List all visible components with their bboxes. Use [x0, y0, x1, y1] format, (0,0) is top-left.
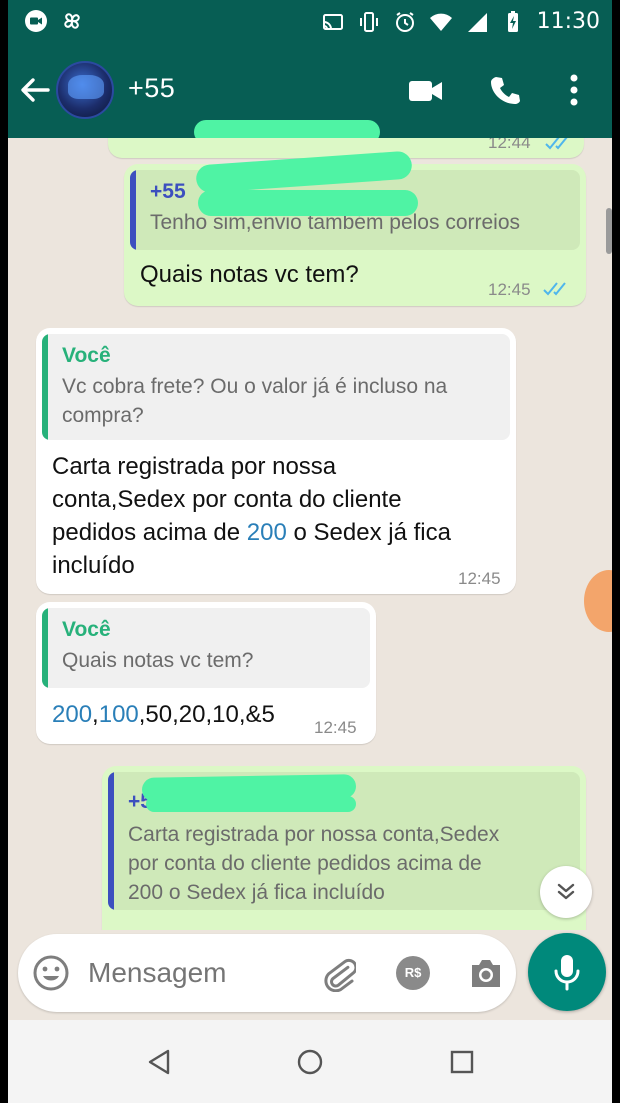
video-call-icon[interactable] — [408, 77, 444, 105]
camera-icon[interactable] — [468, 956, 504, 990]
cast-icon — [322, 14, 343, 30]
number-link[interactable]: 200 — [52, 701, 92, 728]
message-text: Quais notas vc tem? — [140, 261, 359, 288]
attach-icon[interactable] — [320, 954, 356, 992]
whatsapp-chat-screen: 11:30 +55 12:44 +55 Tenho sim,envio tamb… — [8, 0, 612, 1103]
message-text: 200,100,50,20,10,&5 — [52, 701, 275, 728]
back-arrow-icon[interactable] — [18, 73, 52, 107]
read-receipt-icon — [543, 282, 566, 296]
contact-avatar[interactable] — [56, 61, 114, 119]
message-text-line: Carta registrada por nossa — [52, 453, 337, 480]
quoted-author: +55 — [150, 180, 186, 203]
chat-header: +55 — [8, 44, 612, 144]
video-notification-icon — [25, 10, 47, 32]
more-options-icon[interactable] — [568, 72, 580, 108]
status-bar: 11:30 — [8, 0, 612, 44]
voice-call-icon[interactable] — [489, 74, 521, 106]
quoted-text: Quais notas vc tem? — [62, 649, 254, 672]
scrollbar-thumb[interactable] — [606, 208, 612, 254]
scroll-down-button[interactable] — [540, 866, 592, 918]
scroll-down-icon — [557, 883, 575, 900]
message-text-line: conta,Sedex por conta do cliente — [52, 486, 402, 513]
wifi-icon — [429, 13, 452, 31]
message-list[interactable]: 12:44 +55 Tenho sim,envio também pelos c… — [8, 138, 612, 930]
floating-bubble[interactable] — [584, 570, 612, 632]
quoted-author: Você — [62, 618, 111, 641]
message-text-line: pedidos acima de 200 o Sedex já fica — [52, 519, 451, 546]
redaction-mark — [198, 190, 418, 216]
quoted-text-line: 200 o Sedex já fica incluído — [128, 881, 385, 904]
message-time: 12:44 — [488, 138, 531, 152]
signal-icon — [467, 13, 487, 32]
message-bubble-incoming[interactable]: Você Quais notas vc tem? 200,100,50,20,1… — [36, 602, 376, 744]
quoted-message[interactable]: Você Quais notas vc tem? — [42, 608, 370, 688]
redaction-mark — [146, 796, 356, 812]
status-time: 11:30 — [536, 9, 600, 34]
message-input[interactable] — [88, 956, 288, 990]
quoted-author: Você — [62, 344, 111, 367]
message-bubble-outgoing[interactable]: +5 Carta registrada por nossa conta,Sede… — [102, 766, 586, 930]
mic-button[interactable] — [528, 933, 606, 1011]
message-time: 12:45 — [458, 569, 501, 588]
number-link[interactable]: 100 — [99, 701, 139, 728]
quoted-message[interactable]: Você Vc cobra frete? Ou o valor já é inc… — [42, 334, 510, 440]
message-composer: R$ — [18, 934, 516, 1012]
number-link[interactable]: 200 — [247, 519, 287, 546]
payment-icon[interactable]: R$ — [396, 956, 430, 990]
message-time: 12:45 — [314, 718, 357, 737]
message-bubble-outgoing[interactable]: +55 Tenho sim,envio também pelos correio… — [124, 150, 586, 306]
quoted-text-line: compra? — [62, 404, 144, 427]
alarm-icon — [395, 12, 414, 32]
nav-home-icon[interactable] — [296, 1048, 324, 1076]
nav-recent-apps-icon[interactable] — [450, 1050, 474, 1074]
message-text-line: incluído — [52, 552, 135, 579]
emoji-icon[interactable] — [32, 954, 70, 992]
contact-name[interactable]: +55 — [128, 73, 175, 104]
nav-back-icon[interactable] — [146, 1048, 172, 1076]
read-receipt-icon — [545, 138, 568, 150]
system-nav-bar — [8, 1020, 612, 1103]
quoted-text-line: por conta do cliente pedidos acima de — [128, 852, 482, 875]
quoted-text-line: Carta registrada por nossa conta,Sedex — [128, 823, 500, 846]
quoted-text-line: Vc cobra frete? Ou o valor já é incluso … — [62, 375, 448, 398]
mic-icon — [554, 955, 580, 991]
message-bubble-incoming[interactable]: Você Vc cobra frete? Ou o valor já é inc… — [36, 328, 516, 594]
vibrate-icon — [359, 12, 378, 32]
battery-charging-icon — [507, 11, 518, 32]
pinwheel-notification-icon — [64, 13, 80, 29]
message-time: 12:45 — [488, 280, 531, 299]
